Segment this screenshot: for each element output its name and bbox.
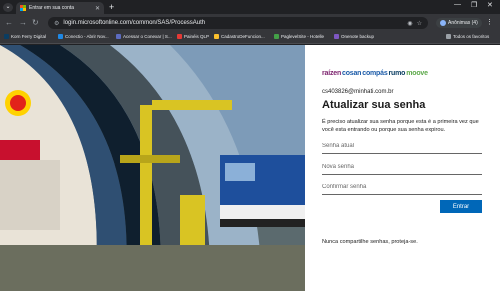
bookmark-favicon-icon <box>116 34 121 39</box>
password-update-panel: raízen cosan compás rumo moove cs403826@… <box>305 45 500 291</box>
bookmark-favicon-icon <box>214 34 219 39</box>
tab-active[interactable]: Entrar em sua conta ✕ <box>16 2 104 14</box>
account-email: cs403826@minhati.com.br <box>322 89 394 95</box>
incognito-profile-button[interactable]: Anônimas (4) <box>436 18 482 28</box>
bookmark-item[interactable]: Conectio - Abrir Nov... <box>58 34 109 39</box>
bookmark-favicon-icon <box>274 34 279 39</box>
incognito-eye-icon[interactable]: ◉ <box>407 20 412 27</box>
background-illustration <box>0 45 305 291</box>
bookmark-favicon-icon <box>334 34 339 39</box>
forward-icon[interactable]: → <box>19 17 27 29</box>
tab-title: Entrar em sua conta <box>29 5 75 11</box>
bookmark-item[interactable]: Korn Ferry Digital <box>4 34 46 39</box>
description-text: É preciso atualizar sua senha porque est… <box>322 119 479 133</box>
maximize-icon[interactable]: ❐ <box>471 1 477 9</box>
new-tab-button[interactable]: + <box>109 2 114 12</box>
tab-search-button[interactable]: ⌄ <box>3 3 13 12</box>
bookmark-item[interactable]: Acessar o Conexar | S... <box>116 34 172 39</box>
bookmark-favicon-icon <box>4 34 9 39</box>
back-icon[interactable]: ← <box>5 17 13 29</box>
browser-toolbar: ← → ↻ ⚙ login.microsoftonline.com/common… <box>0 14 500 32</box>
new-password-input[interactable] <box>322 162 482 175</box>
window-close-icon[interactable]: ✕ <box>487 1 493 9</box>
security-note: Nunca compartilhe senhas, proteja-se. <box>322 239 418 245</box>
tab-strip: ⌄ Entrar em sua conta ✕ + — ❐ ✕ <box>0 0 500 14</box>
bookmark-item[interactable]: Onenote backup <box>334 34 374 39</box>
reload-icon[interactable]: ↻ <box>32 17 39 29</box>
bookmark-item[interactable]: Painéis QLP <box>177 34 209 39</box>
bookmark-item[interactable]: PaglevelSite - Hotelle <box>274 34 324 39</box>
bookmark-item[interactable]: CadastroDeFuncion... <box>214 34 265 39</box>
submit-button[interactable]: Entrar <box>440 200 482 213</box>
confirm-password-input[interactable] <box>322 182 482 195</box>
current-password-input[interactable] <box>322 141 482 154</box>
bookmark-favicon-icon <box>58 34 63 39</box>
site-info-icon[interactable]: ⚙ <box>54 20 59 27</box>
menu-icon[interactable]: ⋮ <box>486 18 493 26</box>
profile-label: Anônimas (4) <box>448 20 478 26</box>
industrial-collage-image <box>0 45 305 291</box>
bookmark-star-icon[interactable]: ☆ <box>417 20 422 27</box>
address-bar[interactable]: ⚙ login.microsoftonline.com/common/SAS/P… <box>48 17 428 29</box>
incognito-icon <box>440 20 446 26</box>
company-brand-logo: raízen cosan compás rumo moove <box>322 70 428 77</box>
close-icon[interactable]: ✕ <box>95 5 100 12</box>
microsoft-logo-icon <box>20 5 26 11</box>
page-title: Atualizar sua senha <box>322 99 426 111</box>
all-favorites-button[interactable]: Todos os favoritos <box>446 34 489 39</box>
bookmarks-bar: Korn Ferry Digital Conectio - Abrir Nov.… <box>0 32 500 44</box>
folder-icon <box>446 34 451 39</box>
url-text[interactable]: login.microsoftonline.com/common/SAS/Pro… <box>63 20 403 26</box>
minimize-icon[interactable]: — <box>454 1 461 8</box>
bookmark-favicon-icon <box>177 34 182 39</box>
